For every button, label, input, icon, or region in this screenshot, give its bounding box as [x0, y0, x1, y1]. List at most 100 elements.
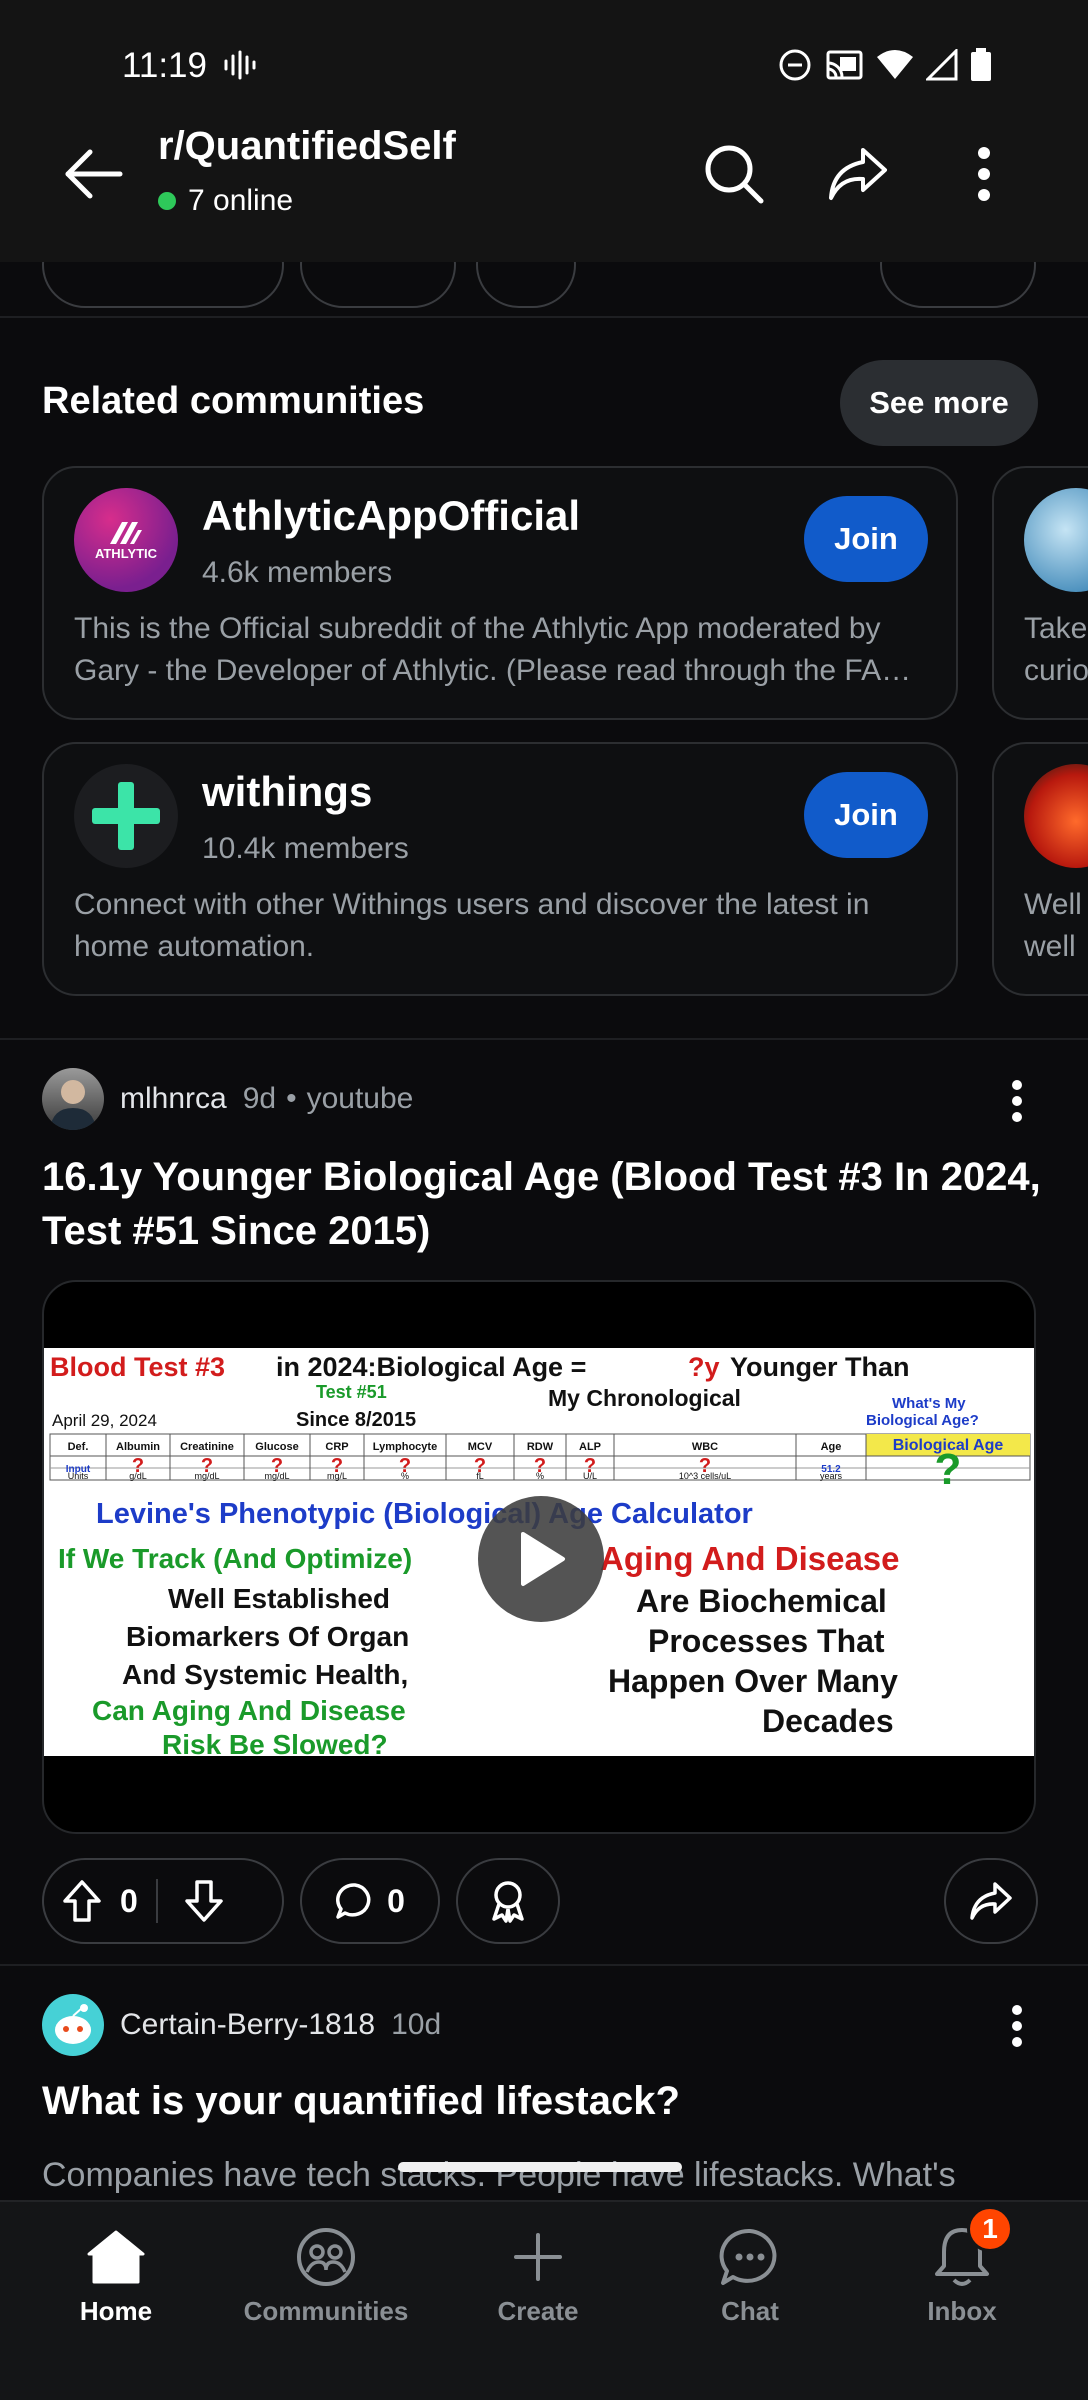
table-header-cell: MCV — [468, 1441, 493, 1453]
person-photo-icon — [50, 1080, 96, 1130]
community-members: 10.4k members — [202, 832, 409, 865]
more-vertical-icon — [978, 147, 990, 201]
nav-label: Create — [497, 2296, 579, 2326]
table-header-cell: WBC — [692, 1441, 718, 1453]
downvote-button[interactable] — [166, 1860, 242, 1942]
see-more-button[interactable]: See more — [840, 360, 1038, 446]
community-card-peek[interactable]: Well well — [992, 742, 1088, 996]
community-card-peek[interactable]: Take curio — [992, 466, 1088, 720]
online-count: 7 online — [188, 184, 294, 217]
table-header-cell: ALP — [579, 1441, 601, 1453]
wifi-icon — [877, 50, 913, 79]
table-header-cell: RDW — [527, 1441, 554, 1453]
previous-award-pill[interactable] — [476, 262, 576, 308]
play-icon — [521, 1532, 565, 1586]
award-button[interactable] — [456, 1858, 560, 1944]
search-icon — [705, 145, 764, 204]
snoo-avatar-icon — [55, 2004, 91, 2044]
more-vertical-icon — [1012, 2005, 1022, 2047]
nav-home[interactable]: Home — [26, 2222, 206, 2342]
vote-count: 0 — [120, 1882, 138, 1919]
previous-share-pill[interactable] — [880, 262, 1036, 308]
previous-comment-pill[interactable] — [300, 262, 456, 308]
cast-icon — [826, 50, 863, 80]
comments-button[interactable]: 0 — [300, 1858, 440, 1944]
do-not-disturb-icon — [779, 49, 811, 81]
sound-waves-icon — [224, 50, 256, 80]
bell-icon: 1 — [927, 2206, 1013, 2292]
community-avatar — [1024, 488, 1088, 592]
post-age: 9d — [242, 1082, 277, 1115]
play-button[interactable] — [478, 1496, 604, 1622]
thumbnail-calculator: Levine's Phenotypic (Biological) Age Cal… — [96, 1498, 753, 1530]
post-author[interactable]: Certain-Berry-1818 — [120, 2008, 375, 2042]
table-header-cell: Def. — [68, 1441, 89, 1453]
join-button[interactable]: Join — [804, 496, 928, 582]
thumbnail-right-black1: Are Biochemical — [636, 1583, 887, 1619]
post-title[interactable]: 16.1y Younger Biological Age (Blood Test… — [42, 1150, 1042, 1258]
search-button[interactable] — [694, 134, 774, 214]
status-icons — [778, 48, 992, 82]
thumbnail-left-black2: Biomarkers Of Organ — [126, 1621, 409, 1652]
nav-inbox[interactable]: 1 Inbox — [872, 2206, 1052, 2342]
share-button[interactable] — [818, 134, 898, 214]
table-unit-cell: % — [536, 1471, 544, 1481]
thumbnail-since: Since 8/2015 — [296, 1409, 416, 1431]
share-icon — [970, 1882, 1012, 1920]
bottom-navigation: Home Communities Create Chat 1 Inbox — [0, 2200, 1088, 2400]
post-author[interactable]: mlhnrca — [120, 1082, 227, 1116]
battery-icon — [971, 48, 991, 81]
chat-icon — [715, 2222, 785, 2292]
subreddit-title[interactable]: r/QuantifiedSelf — [158, 124, 456, 169]
table-header-cell: Creatinine — [180, 1441, 234, 1453]
post-source: youtube — [306, 1082, 414, 1115]
nav-chat[interactable]: Chat — [660, 2222, 840, 2342]
post-overflow-button[interactable] — [992, 1996, 1042, 2056]
top-app-bar: r/QuantifiedSelf 7 online — [0, 100, 1088, 262]
video-player[interactable]: Blood Test #3 in 2024:Biological Age = ?… — [42, 1280, 1036, 1834]
award-icon — [492, 1881, 524, 1923]
post-meta: Certain-Berry-1818 10d — [42, 1994, 441, 2056]
community-members: 4.6k members — [202, 556, 393, 589]
comment-count: 0 — [387, 1882, 405, 1919]
vote-divider — [156, 1879, 158, 1923]
community-card-athlytic[interactable]: ATHLYTIC AthlyticAppOfficial 4.6k member… — [42, 466, 958, 720]
nav-label: Inbox — [927, 2296, 997, 2326]
athlytic-avatar-text: ATHLYTIC — [94, 545, 158, 561]
author-avatar[interactable] — [42, 1994, 104, 2056]
table-unit-cell: fL — [476, 1471, 484, 1481]
overflow-menu-button[interactable] — [944, 134, 1024, 214]
nav-communities[interactable]: Communities — [236, 2222, 416, 2342]
inbox-badge: 1 — [967, 2206, 1013, 2252]
nav-label: Chat — [721, 2296, 779, 2326]
table-header-cell: Age — [821, 1441, 842, 1453]
thumbnail-left-green2: Can Aging And Disease — [92, 1695, 406, 1726]
thumbnail-left-green1: If We Track (And Optimize) — [58, 1543, 412, 1574]
table-unit-cell: U/L — [583, 1471, 597, 1481]
thumbnail-date: April 29, 2024 — [52, 1411, 157, 1430]
upvote-button[interactable] — [44, 1860, 120, 1942]
post-title[interactable]: What is your quantified lifestack? — [42, 2074, 1042, 2128]
gesture-handle[interactable] — [398, 2162, 682, 2172]
related-communities: Related communities See more ATHLYTIC At… — [0, 318, 1088, 1038]
previous-vote-pill[interactable] — [42, 262, 284, 308]
related-communities-title: Related communities — [42, 380, 425, 422]
join-button[interactable]: Join — [804, 772, 928, 858]
divider — [0, 1038, 1088, 1040]
athlytic-avatar: ATHLYTIC — [74, 488, 178, 592]
author-avatar[interactable] — [42, 1068, 104, 1130]
divider — [0, 1964, 1088, 1966]
status-time: 11:19 — [122, 46, 207, 85]
signal-icon — [926, 49, 958, 81]
athlytic-logo-icon — [110, 521, 142, 544]
thumbnail-heading-tail: Younger Than — [730, 1352, 910, 1382]
share-post-button[interactable] — [944, 1858, 1038, 1944]
table-unit-cell: mg/L — [327, 1471, 347, 1481]
post-overflow-button[interactable] — [992, 1071, 1042, 1131]
nav-create[interactable]: Create — [448, 2222, 628, 2342]
back-button[interactable] — [56, 136, 132, 212]
nav-label: Communities — [243, 2296, 409, 2326]
upvote-arrow-icon — [63, 1880, 101, 1922]
table-header-cell: Albumin — [116, 1441, 160, 1453]
community-card-withings[interactable]: withings 10.4k members Join Connect with… — [42, 742, 958, 996]
